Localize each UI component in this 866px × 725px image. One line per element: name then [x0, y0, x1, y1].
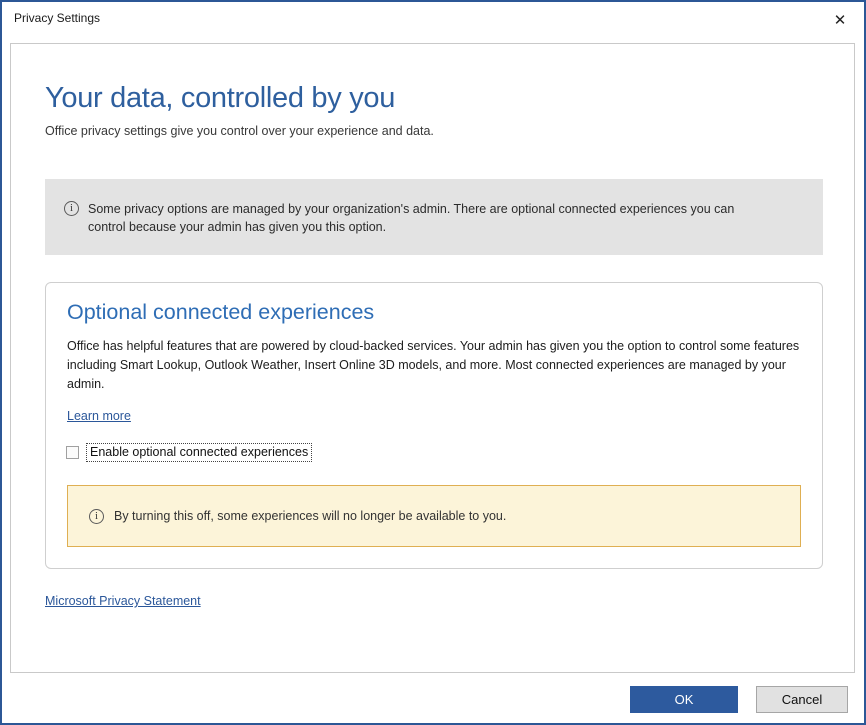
section-description: Office has helpful features that are pow…	[67, 337, 809, 394]
page-subtitle: Office privacy settings give you control…	[45, 124, 434, 138]
ok-button[interactable]: OK	[630, 686, 738, 713]
enable-optional-experiences-row: Enable optional connected experiences	[66, 443, 312, 462]
enable-optional-experiences-label[interactable]: Enable optional connected experiences	[86, 443, 312, 462]
page-title: Your data, controlled by you	[45, 80, 395, 116]
info-icon: i	[64, 201, 79, 216]
privacy-settings-dialog: Privacy Settings ✕ Your data, controlled…	[0, 0, 866, 725]
info-icon: i	[89, 509, 104, 524]
admin-notice-text: Some privacy options are managed by your…	[88, 200, 768, 255]
learn-more-link[interactable]: Learn more	[67, 409, 131, 423]
privacy-statement-link[interactable]: Microsoft Privacy Statement	[45, 594, 201, 608]
section-title: Optional connected experiences	[67, 300, 374, 325]
dialog-title: Privacy Settings	[14, 11, 100, 25]
cancel-button[interactable]: Cancel	[756, 686, 848, 713]
close-icon[interactable]: ✕	[824, 6, 856, 34]
admin-notice-banner: i Some privacy options are managed by yo…	[45, 179, 823, 255]
turn-off-warning-banner: i By turning this off, some experiences …	[67, 485, 801, 547]
enable-optional-experiences-checkbox[interactable]	[66, 446, 79, 459]
content-panel: Your data, controlled by you Office priv…	[10, 43, 855, 673]
turn-off-warning-text: By turning this off, some experiences wi…	[114, 509, 506, 523]
optional-experiences-card: Optional connected experiences Office ha…	[45, 282, 823, 569]
